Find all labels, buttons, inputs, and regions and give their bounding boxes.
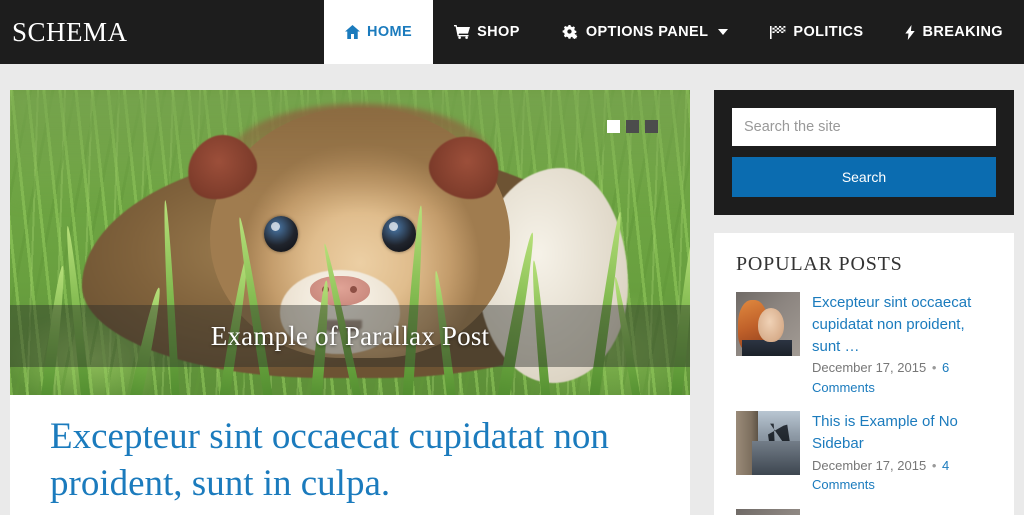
thumbnail-figures [768,423,791,446]
cart-icon [454,25,471,39]
main-column: Example of Parallax Post Excepteur sint … [10,90,690,515]
nav-item-shop[interactable]: SHOP [433,0,541,64]
popular-post-text: Excepteur sint occaecat cupidatat non pr… [812,292,992,397]
popular-post-date: December 17, 2015 [812,360,927,376]
search-button[interactable]: Search [732,157,996,197]
popular-post-date: December 17, 2015 [812,457,927,473]
main-navigation: HOME SHOP OPTIONS PANEL POLITICS BREAKIN… [324,0,1024,64]
popular-post-item[interactable] [736,508,992,515]
nav-item-breaking-label: BREAKING [922,24,1003,40]
nav-item-home-label: HOME [367,24,413,40]
popular-posts-title: POPULAR POSTS [736,253,903,275]
popular-post-text: This is Example of No Sidebar December 1… [812,411,992,495]
site-header: SCHEMA HOME SHOP OPTIONS PANEL POLITICS … [0,0,1024,64]
nav-item-politics-label: POLITICS [793,24,864,40]
slider-indicators[interactable] [607,120,658,133]
search-input[interactable] [732,108,996,146]
gears-icon [562,24,579,40]
popular-post-item[interactable]: This is Example of No Sidebar December 1… [736,411,992,495]
popular-post-thumbnail[interactable] [736,292,800,356]
post-body: Excepteur sint occaecat cupidatat non pr… [10,395,690,508]
hero-slider[interactable]: Example of Parallax Post [10,90,690,395]
popular-post-title[interactable]: This is Example of No Sidebar [812,411,992,455]
nav-item-options-panel-label: OPTIONS PANEL [585,24,709,40]
meta-separator: • [931,457,937,473]
slider-dot-1[interactable] [607,120,620,133]
guinea-pig-eye-left [264,216,298,252]
nav-item-shop-label: SHOP [477,24,520,40]
thumbnail-shoulder [742,340,792,356]
popular-post-meta: December 17, 2015 • 4 Comments [812,456,992,495]
slider-dot-2[interactable] [626,120,639,133]
popular-post-thumbnail[interactable] [736,508,800,515]
sidebar: Search POPULAR POSTS Excepteur sint occa… [714,90,1014,515]
home-icon [345,25,360,39]
popular-post-meta: December 17, 2015 • 6 Comments [812,358,992,397]
popular-post-item[interactable]: Excepteur sint occaecat cupidatat non pr… [736,292,992,397]
nostril-right [350,286,357,293]
flag-icon [770,25,786,39]
popular-posts-widget: POPULAR POSTS Excepteur sint occaecat cu… [714,233,1014,515]
nav-item-options-panel[interactable]: OPTIONS PANEL [541,0,750,64]
chevron-down-icon [718,29,729,35]
bridge-walkway-thumbnail-image [736,411,800,476]
popular-post-title[interactable]: Excepteur sint occaecat cupidatat non pr… [812,292,992,357]
search-widget: Search [714,90,1014,215]
portrait-woman-thumbnail-image [736,292,800,356]
page-body: Example of Parallax Post Excepteur sint … [0,64,1024,515]
hero-caption-band: Example of Parallax Post [10,305,690,367]
popular-post-text [812,509,992,515]
nav-item-breaking[interactable]: BREAKING [884,0,1024,64]
guinea-pig-eye-right [382,216,416,252]
meta-separator: • [931,360,937,376]
third-post-thumbnail-image [736,508,800,515]
content-wrapper: Example of Parallax Post Excepteur sint … [0,90,1024,515]
nav-item-home[interactable]: HOME [324,0,434,64]
hero-caption[interactable]: Example of Parallax Post [211,321,490,352]
site-logo[interactable]: SCHEMA [0,0,128,64]
slider-dot-3[interactable] [645,120,658,133]
nav-item-politics[interactable]: POLITICS [749,0,884,64]
popular-post-thumbnail[interactable] [736,411,800,476]
bolt-icon [905,24,916,40]
post-title[interactable]: Excepteur sint occaecat cupidatat non pr… [50,413,666,508]
